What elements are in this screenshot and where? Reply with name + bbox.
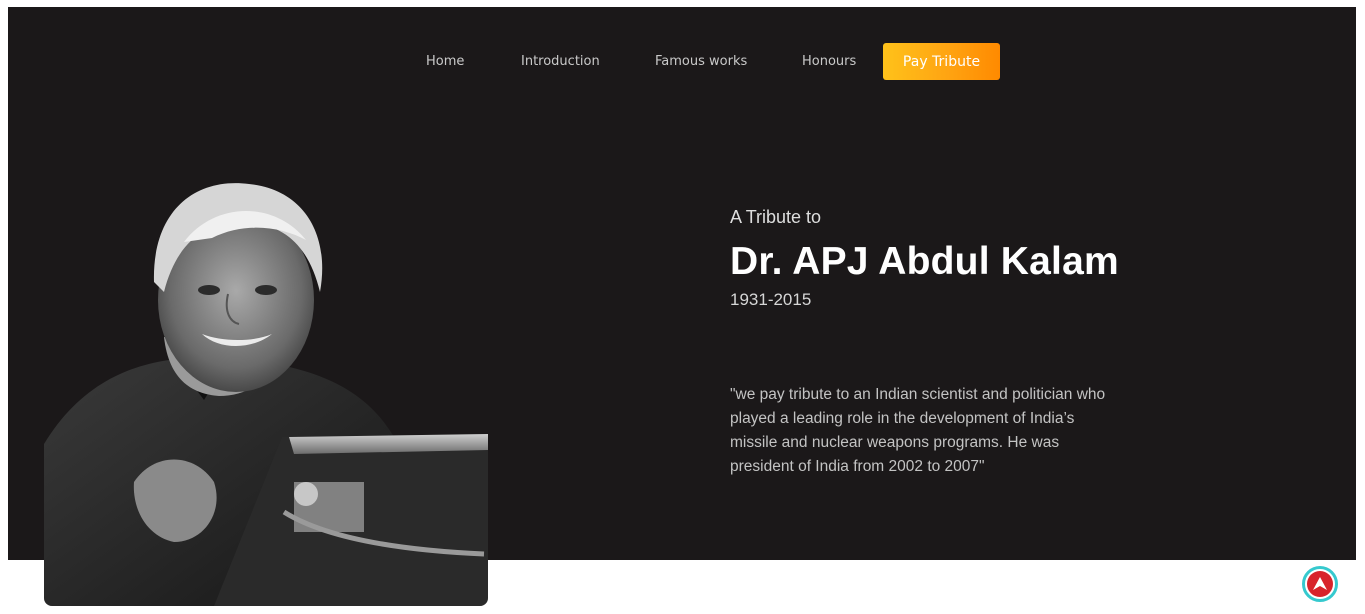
nav-honours-link[interactable]: Honours [802,54,856,69]
portrait-photo [44,182,488,606]
portrait-illustration [44,182,488,606]
hero-kicker: A Tribute to [730,207,822,227]
nav-famous-works-link[interactable]: Famous works [655,54,747,69]
hero-years: 1931-2015 [730,290,812,309]
nav-introduction-link[interactable]: Introduction [521,54,600,69]
nav-home-link[interactable]: Home [426,54,464,69]
arrow-up-icon [1307,571,1333,597]
hero-quote: "we pay tribute to an Indian scientist a… [730,386,1106,475]
top-nav: Home Introduction Famous works Honours P… [8,43,1356,80]
scroll-to-top-button[interactable] [1302,566,1338,602]
hero-heading-block: A Tribute to Dr. APJ Abdul Kalam 1931-20… [730,207,1130,310]
hero-name: Dr. APJ Abdul Kalam [730,240,1119,283]
page-edge [1356,0,1365,614]
pay-tribute-button[interactable]: Pay Tribute [883,43,1000,80]
